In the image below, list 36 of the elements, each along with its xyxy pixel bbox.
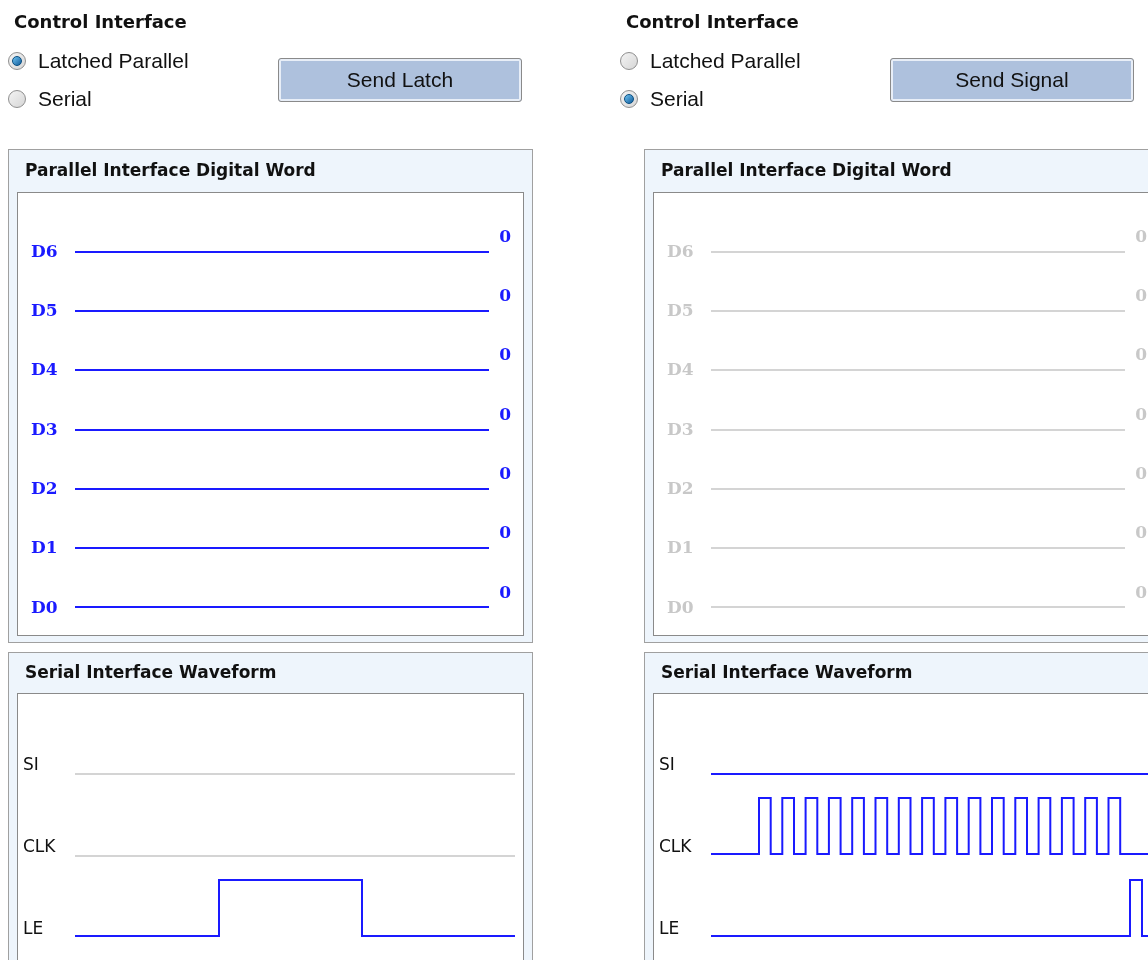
radio-label: Latched Parallel [38,48,189,74]
bit-label: D5 [31,299,59,323]
bit-label: D6 [31,239,59,263]
bit-value: 0 [498,462,511,486]
group-title: Parallel Interface Digital Word [661,159,952,183]
signal-label: CLK [658,836,693,856]
bit-value: 0 [498,580,511,604]
bit-value: 0 [498,284,511,308]
bit-value: 0 [498,521,511,545]
bit-label: D0 [31,595,59,619]
signal-label: LE [22,918,45,938]
bit-value: 0 [498,224,511,248]
signal-label: SI [658,754,676,774]
bit-label: D3 [31,417,59,441]
radio-button[interactable] [620,52,638,70]
signal-label: SI [22,754,40,774]
signal-label: LE [658,918,681,938]
bit-label: D1 [31,536,59,560]
bit-label: D4 [31,358,59,382]
group-title: Serial Interface Waveform [661,661,913,685]
bit-value: 0 [498,343,511,367]
group-title: Parallel Interface Digital Word [25,159,316,183]
section-title: Control Interface [14,10,187,34]
send-button[interactable]: Send Signal [890,58,1134,102]
radio-label: Serial [38,86,92,112]
radio-label: Latched Parallel [650,48,801,74]
radio-label: Serial [650,86,704,112]
radio-button[interactable] [8,90,26,108]
group-title: Serial Interface Waveform [25,661,277,685]
bit-value: 0 [498,402,511,426]
send-button[interactable]: Send Latch [278,58,522,102]
bit-label: D2 [31,477,59,501]
section-title: Control Interface [626,10,799,34]
signal-label: CLK [22,836,57,856]
radio-button[interactable] [8,52,26,70]
radio-button[interactable] [620,90,638,108]
